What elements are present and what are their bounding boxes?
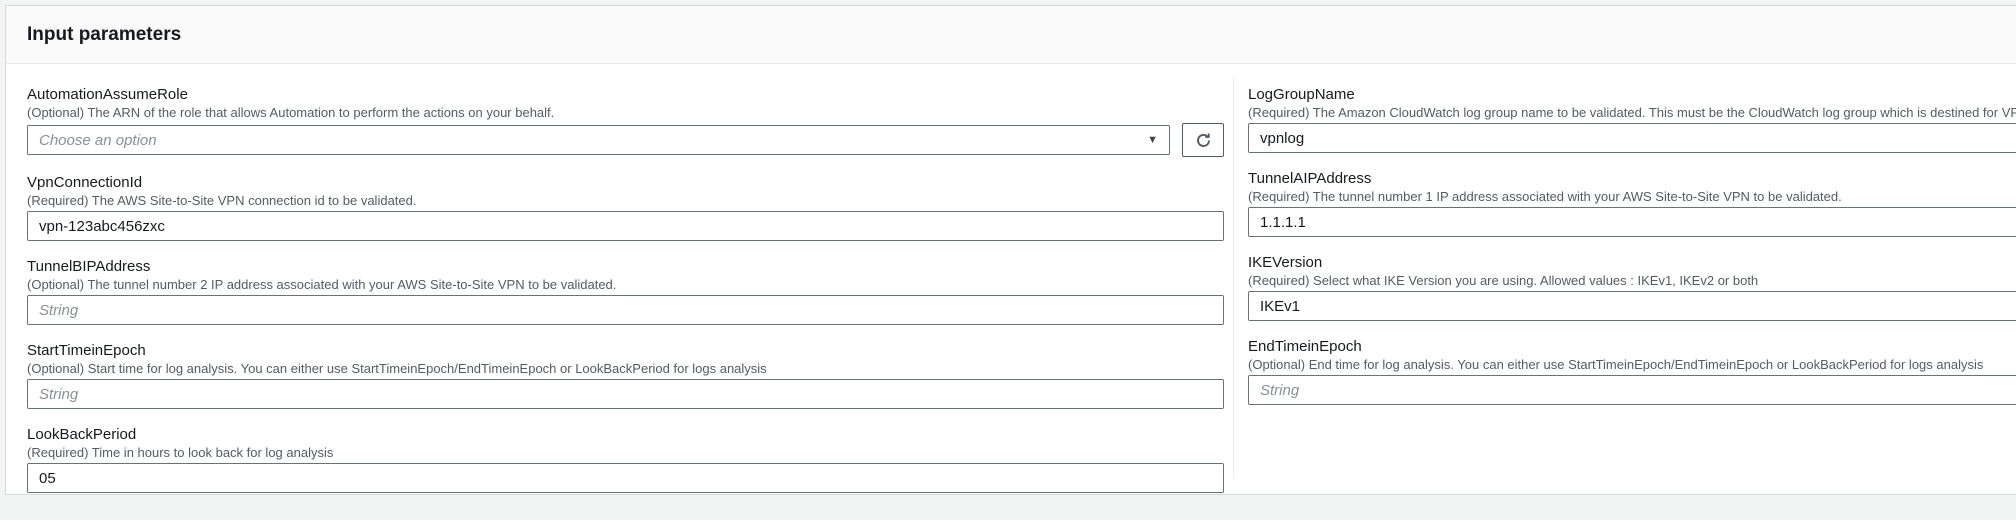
field-description: (Required) Select what IKE Version you a… (1248, 272, 2016, 289)
automation-assume-role-select[interactable]: Choose an option ▼ (27, 125, 1170, 155)
look-back-period-input[interactable] (27, 463, 1224, 493)
field-log-group-name: LogGroupName (Required) The Amazon Cloud… (1248, 86, 2016, 153)
field-end-time-in-epoch: EndTimeinEpoch (Optional) End time for l… (1248, 338, 2016, 405)
field-description: (Optional) The ARN of the role that allo… (27, 104, 1224, 121)
refresh-icon (1195, 132, 1212, 149)
field-label: AutomationAssumeRole (27, 86, 1224, 104)
field-tunnel-b-ip-address: TunnelBIPAddress (Optional) The tunnel n… (27, 258, 1224, 325)
field-automation-assume-role: AutomationAssumeRole (Optional) The ARN … (27, 86, 1224, 157)
end-time-in-epoch-input[interactable] (1248, 375, 2016, 405)
field-tunnel-a-ip-address: TunnelAIPAddress (Required) The tunnel n… (1248, 170, 2016, 237)
field-label: TunnelBIPAddress (27, 258, 1224, 276)
vpn-connection-id-input[interactable] (27, 211, 1224, 241)
form-column-right: LogGroupName (Required) The Amazon Cloud… (1248, 86, 2016, 422)
field-label: EndTimeinEpoch (1248, 338, 2016, 356)
page-title: Input parameters (27, 24, 181, 46)
log-group-name-input[interactable] (1248, 123, 2016, 153)
field-look-back-period: LookBackPeriod (Required) Time in hours … (27, 426, 1224, 493)
panel-header: Input parameters (6, 6, 2016, 64)
tunnel-b-ip-address-input[interactable] (27, 295, 1224, 325)
select-placeholder: Choose an option (39, 132, 157, 149)
form-column-left: AutomationAssumeRole (Optional) The ARN … (27, 86, 1224, 510)
field-description: (Optional) Start time for log analysis. … (27, 360, 1224, 377)
panel-body: AutomationAssumeRole (Optional) The ARN … (6, 64, 2016, 495)
field-description: (Optional) The tunnel number 2 IP addres… (27, 276, 1224, 293)
field-label: TunnelAIPAddress (1248, 170, 2016, 188)
input-parameters-panel: Input parameters AutomationAssumeRole (O… (5, 5, 2016, 495)
field-start-time-in-epoch: StartTimeinEpoch (Optional) Start time f… (27, 342, 1224, 409)
field-description: (Required) The Amazon CloudWatch log gro… (1248, 104, 2016, 121)
column-divider (1233, 76, 1234, 479)
field-description: (Required) The tunnel number 1 IP addres… (1248, 188, 2016, 205)
refresh-button[interactable] (1182, 123, 1224, 157)
ike-version-input[interactable] (1248, 291, 2016, 321)
field-label: StartTimeinEpoch (27, 342, 1224, 360)
start-time-in-epoch-input[interactable] (27, 379, 1224, 409)
tunnel-a-ip-address-input[interactable] (1248, 207, 2016, 237)
field-ike-version: IKEVersion (Required) Select what IKE Ve… (1248, 254, 2016, 321)
field-label: VpnConnectionId (27, 174, 1224, 192)
chevron-down-icon: ▼ (1147, 135, 1158, 146)
field-description: (Required) The AWS Site-to-Site VPN conn… (27, 192, 1224, 209)
field-label: IKEVersion (1248, 254, 2016, 272)
field-description: (Optional) End time for log analysis. Yo… (1248, 356, 2016, 373)
field-label: LogGroupName (1248, 86, 2016, 104)
field-label: LookBackPeriod (27, 426, 1224, 444)
field-vpn-connection-id: VpnConnectionId (Required) The AWS Site-… (27, 174, 1224, 241)
field-description: (Required) Time in hours to look back fo… (27, 444, 1224, 461)
